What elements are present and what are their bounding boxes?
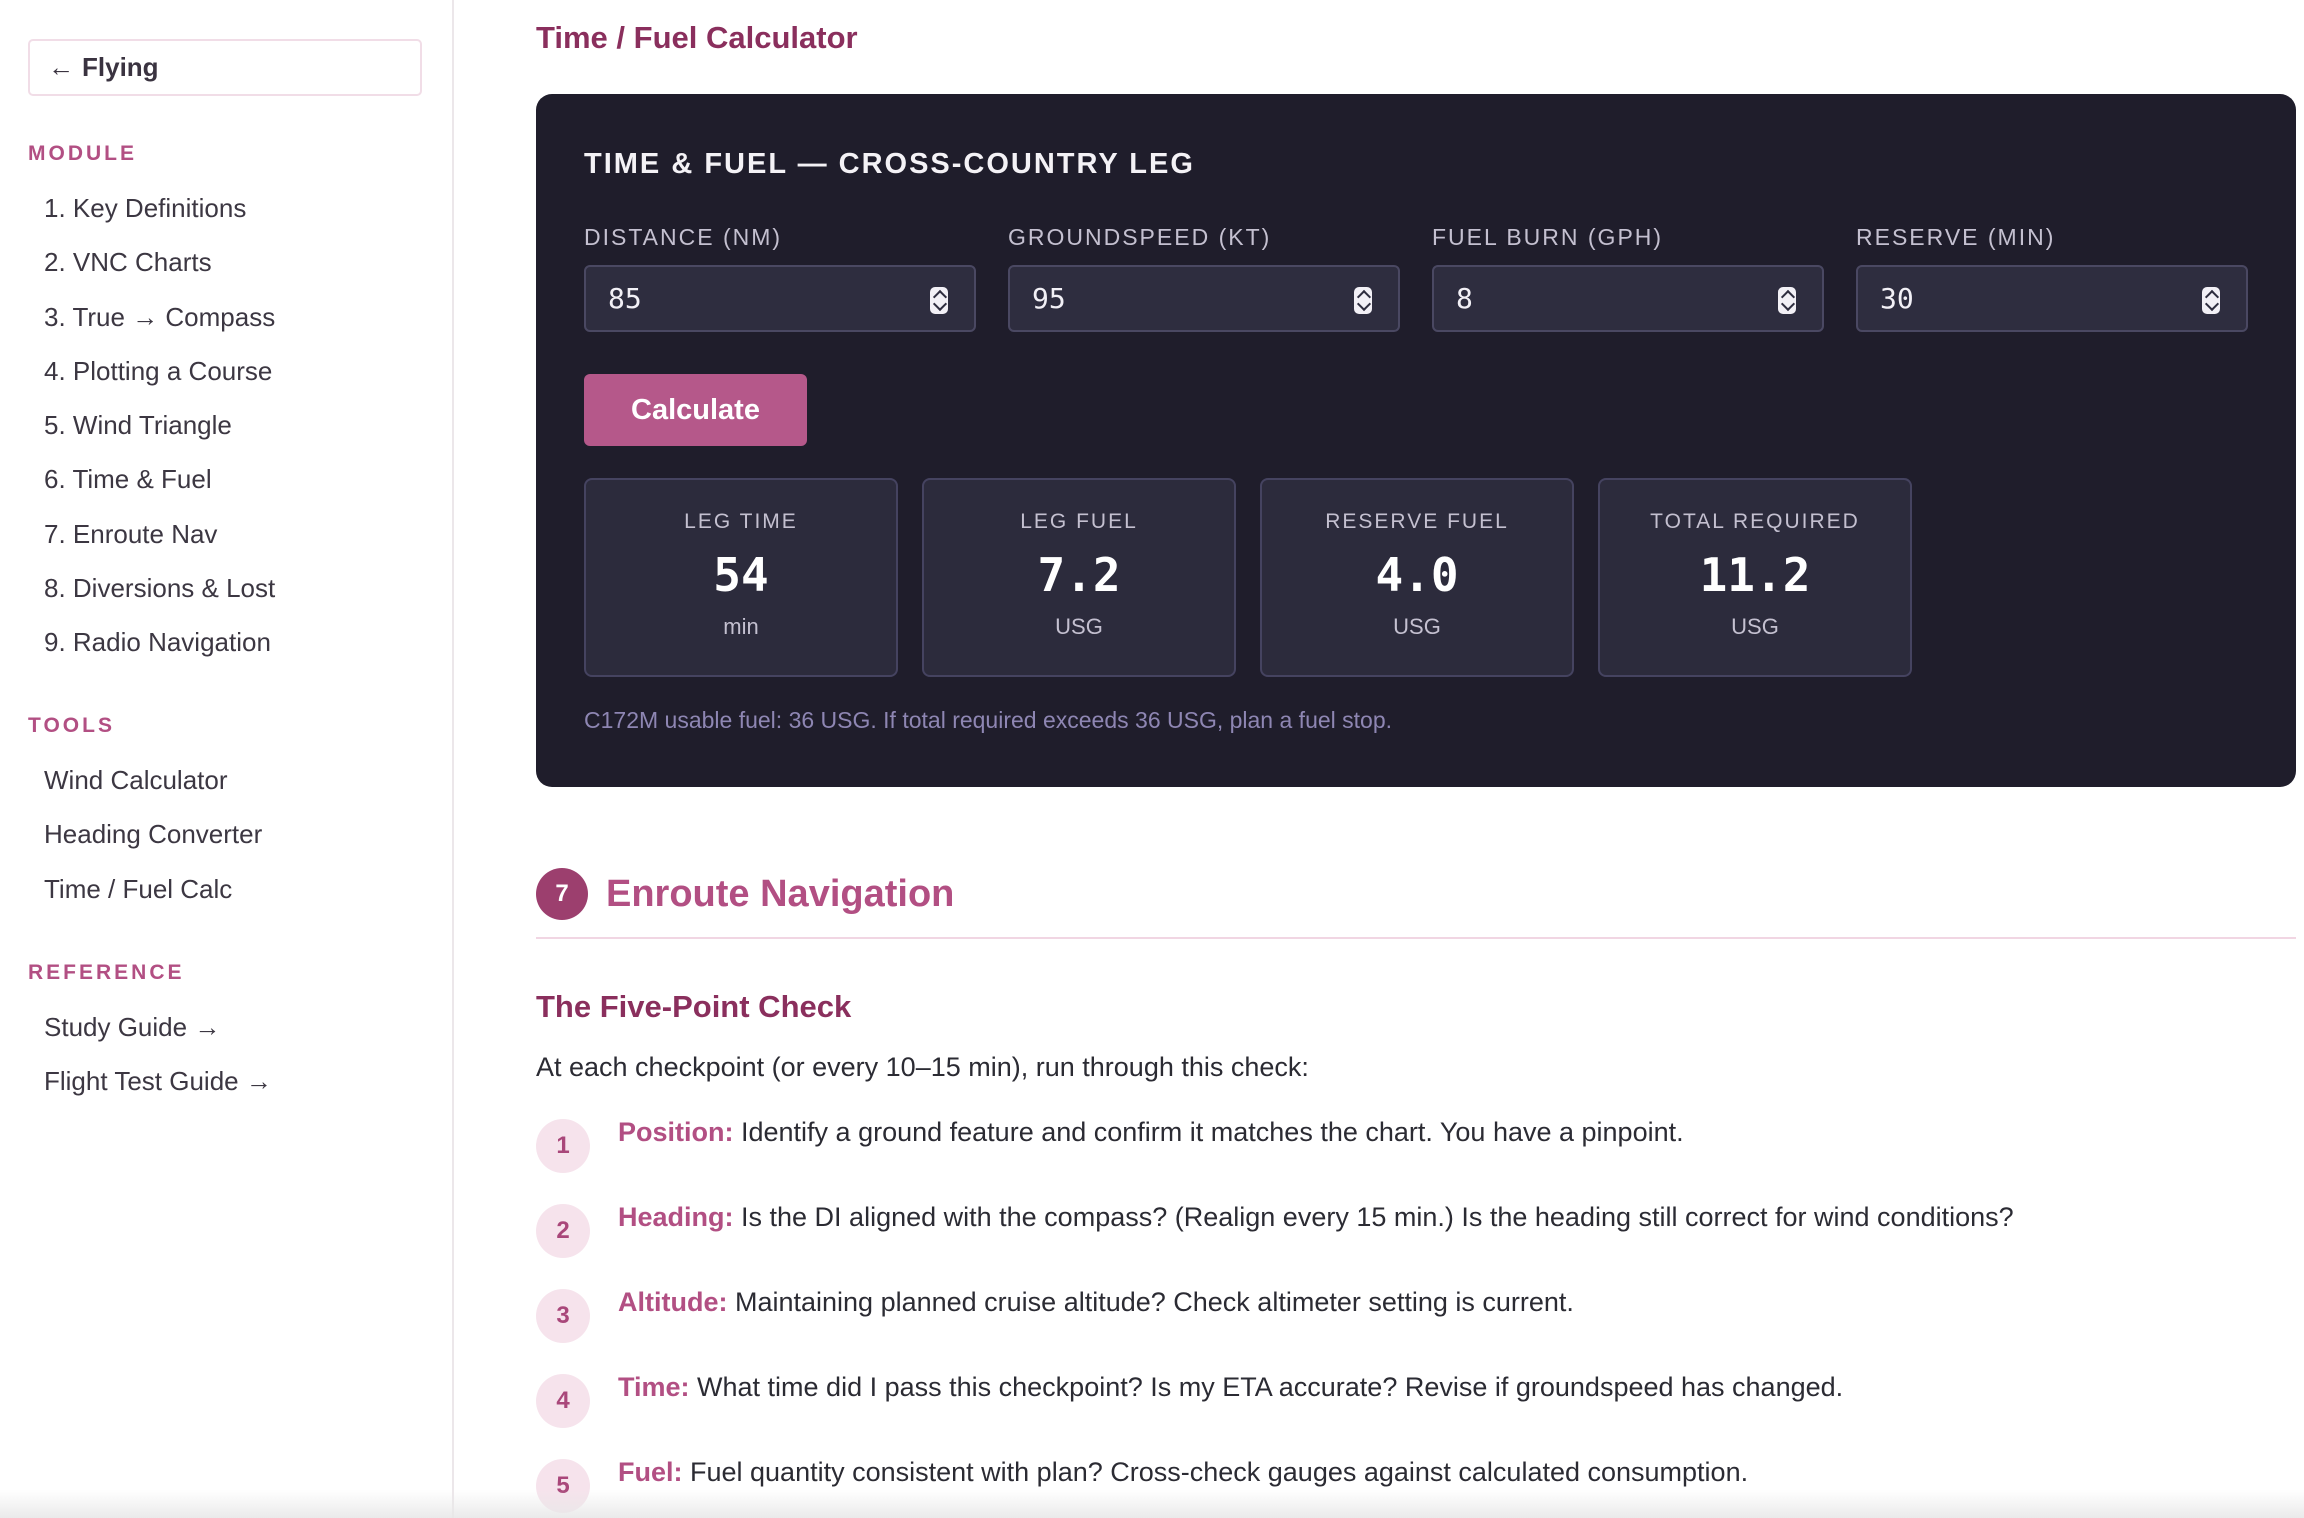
sidebar-item-study-guide[interactable]: Study Guide →	[44, 1000, 272, 1054]
check-text: Heading: Is the DI aligned with the comp…	[618, 1202, 2014, 1233]
fuel-note: C172M usable fuel: 36 USG. If total requ…	[584, 707, 1393, 733]
result-label: LEG FUEL	[1020, 510, 1138, 533]
sidebar-item-time-fuel-calc[interactable]: Time / Fuel Calc	[44, 862, 262, 916]
check-description: Maintaining planned cruise altitude? Che…	[727, 1287, 1574, 1317]
section-divider	[536, 937, 2296, 939]
tools-list: Wind Calculator Heading Converter Time /…	[44, 753, 262, 916]
reserve-label: RESERVE (MIN)	[1856, 224, 2056, 250]
check-description: Fuel quantity consistent with plan? Cros…	[682, 1457, 1749, 1487]
module-list: 1. Key Definitions 2. VNC Charts 3. True…	[44, 181, 275, 670]
check-term: Position:	[618, 1117, 734, 1147]
sidebar-item-heading-converter[interactable]: Heading Converter	[44, 807, 262, 861]
sidebar: ← Flying MODULE 1. Key Definitions 2. VN…	[0, 0, 454, 1518]
bottom-scroll-shadow	[0, 1490, 2304, 1518]
intro-text: At each checkpoint (or every 10–15 min),…	[536, 1052, 1309, 1082]
sidebar-item-flight-test-guide[interactable]: Flight Test Guide →	[44, 1054, 272, 1108]
distance-label: DISTANCE (NM)	[584, 224, 783, 250]
check-description: Identify a ground feature and confirm it…	[733, 1117, 1684, 1147]
back-button[interactable]: ← Flying	[28, 39, 422, 96]
sidebar-item-enroute-nav[interactable]: 7. Enroute Nav	[44, 507, 275, 561]
result-leg-time: LEG TIME 54 min	[584, 478, 898, 677]
sidebar-item-time-fuel[interactable]: 6. Time & Fuel	[44, 452, 275, 506]
number-spinner-icon[interactable]	[2202, 287, 2220, 314]
section-header: 7 Enroute Navigation	[536, 868, 954, 920]
reference-list: Study Guide → Flight Test Guide →	[44, 1000, 272, 1109]
groundspeed-input[interactable]: 95	[1008, 265, 1400, 332]
sidebar-item-radio-navigation[interactable]: 9. Radio Navigation	[44, 615, 275, 669]
result-label: TOTAL REQUIRED	[1650, 510, 1860, 533]
groundspeed-label: GROUNDSPEED (KT)	[1008, 224, 1272, 250]
groundspeed-value: 95	[1032, 282, 1066, 315]
module-heading: MODULE	[28, 142, 137, 165]
section-title: Enroute Navigation	[606, 872, 955, 915]
check-text: Altitude: Maintaining planned cruise alt…	[618, 1287, 1574, 1318]
check-term: Fuel:	[618, 1457, 683, 1487]
result-value: 54	[713, 548, 769, 602]
check-description: What time did I pass this checkpoint? Is…	[689, 1372, 1844, 1402]
result-leg-fuel: LEG FUEL 7.2 USG	[922, 478, 1236, 677]
arrow-left-icon: ←	[48, 52, 74, 82]
sidebar-item-vnc-charts[interactable]: 2. VNC Charts	[44, 235, 275, 289]
sidebar-item-diversions-lost[interactable]: 8. Diversions & Lost	[44, 561, 275, 615]
result-label: RESERVE FUEL	[1325, 510, 1509, 533]
step-number-badge: 3	[536, 1289, 590, 1343]
calculator-content: TIME & FUEL — CROSS-COUNTRY LEG DISTANCE…	[536, 0, 2296, 800]
reserve-value: 30	[1880, 282, 1914, 315]
check-text: Fuel: Fuel quantity consistent with plan…	[618, 1457, 1748, 1488]
check-text: Time: What time did I pass this checkpoi…	[618, 1372, 1843, 1403]
main-content: Time / Fuel Calculator TIME & FUEL — CRO…	[536, 0, 2296, 1518]
section-number-badge: 7	[536, 868, 588, 920]
check-term: Heading:	[618, 1202, 734, 1232]
result-total-required: TOTAL REQUIRED 11.2 USG	[1598, 478, 1912, 677]
result-unit: USG	[1055, 614, 1103, 639]
check-term: Altitude:	[618, 1287, 728, 1317]
result-unit: USG	[1731, 614, 1779, 639]
step-number-badge: 2	[536, 1204, 590, 1258]
step-number-badge: 1	[536, 1119, 590, 1173]
sidebar-item-true-compass[interactable]: 3. True → Compass	[44, 290, 275, 344]
tools-heading: TOOLS	[28, 714, 115, 737]
distance-input[interactable]: 85	[584, 265, 976, 332]
check-text: Position: Identify a ground feature and …	[618, 1117, 1684, 1148]
sidebar-item-key-definitions[interactable]: 1. Key Definitions	[44, 181, 275, 235]
result-unit: USG	[1393, 614, 1441, 639]
result-value: 7.2	[1037, 548, 1121, 602]
result-label: LEG TIME	[684, 510, 798, 533]
calculate-button[interactable]: Calculate	[584, 374, 807, 446]
step-number-badge: 4	[536, 1374, 590, 1428]
reserve-input[interactable]: 30	[1856, 265, 2248, 332]
number-spinner-icon[interactable]	[1354, 287, 1372, 314]
number-spinner-icon[interactable]	[1778, 287, 1796, 314]
back-button-label: Flying	[82, 52, 159, 82]
calculator-card-title: TIME & FUEL — CROSS-COUNTRY LEG	[584, 148, 1195, 180]
sidebar-item-wind-triangle[interactable]: 5. Wind Triangle	[44, 398, 275, 452]
fuel-burn-input[interactable]: 8	[1432, 265, 1824, 332]
result-value: 4.0	[1375, 548, 1459, 602]
check-description: Is the DI aligned with the compass? (Rea…	[733, 1202, 2014, 1232]
sidebar-item-wind-calculator[interactable]: Wind Calculator	[44, 753, 262, 807]
reference-heading: REFERENCE	[28, 961, 185, 984]
check-term: Time:	[618, 1372, 690, 1402]
fuel-burn-value: 8	[1456, 282, 1473, 315]
result-reserve-fuel: RESERVE FUEL 4.0 USG	[1260, 478, 1574, 677]
fuel-burn-label: FUEL BURN (GPH)	[1432, 224, 1664, 250]
sidebar-item-plotting-course[interactable]: 4. Plotting a Course	[44, 344, 275, 398]
distance-value: 85	[608, 282, 642, 315]
subsection-title: The Five-Point Check	[536, 989, 852, 1024]
result-value: 11.2	[1699, 548, 1811, 602]
number-spinner-icon[interactable]	[930, 287, 948, 314]
result-unit: min	[723, 614, 759, 639]
